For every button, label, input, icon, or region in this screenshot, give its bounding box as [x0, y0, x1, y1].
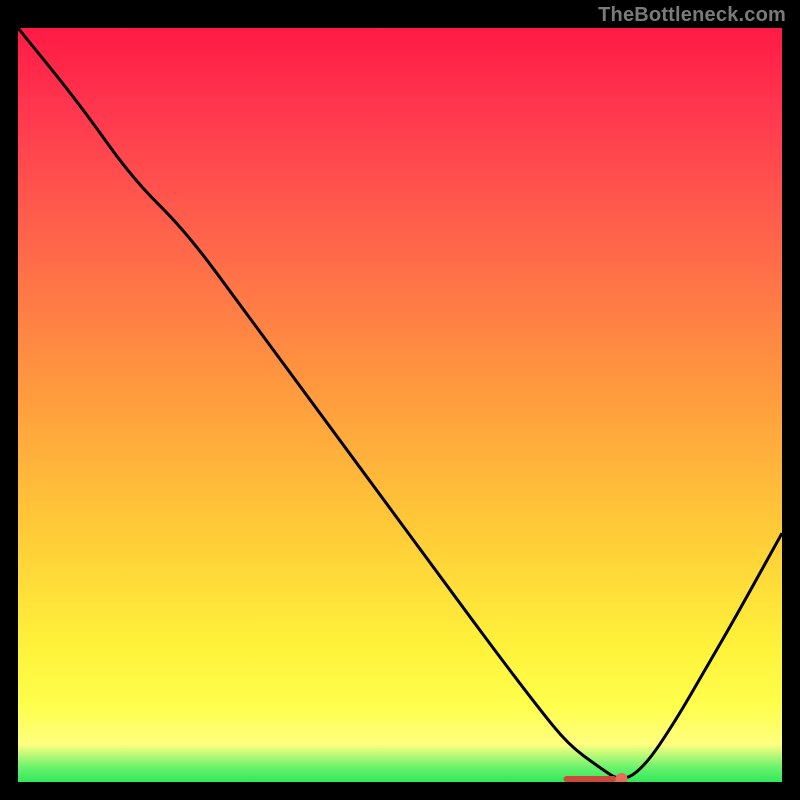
chart-frame: TheBottleneck.com: [0, 0, 800, 800]
minimum-dot: [616, 773, 628, 782]
curve-path: [18, 28, 782, 778]
plot-area: [18, 28, 782, 782]
watermark-label: TheBottleneck.com: [598, 4, 786, 27]
bottleneck-curve: [18, 28, 782, 782]
